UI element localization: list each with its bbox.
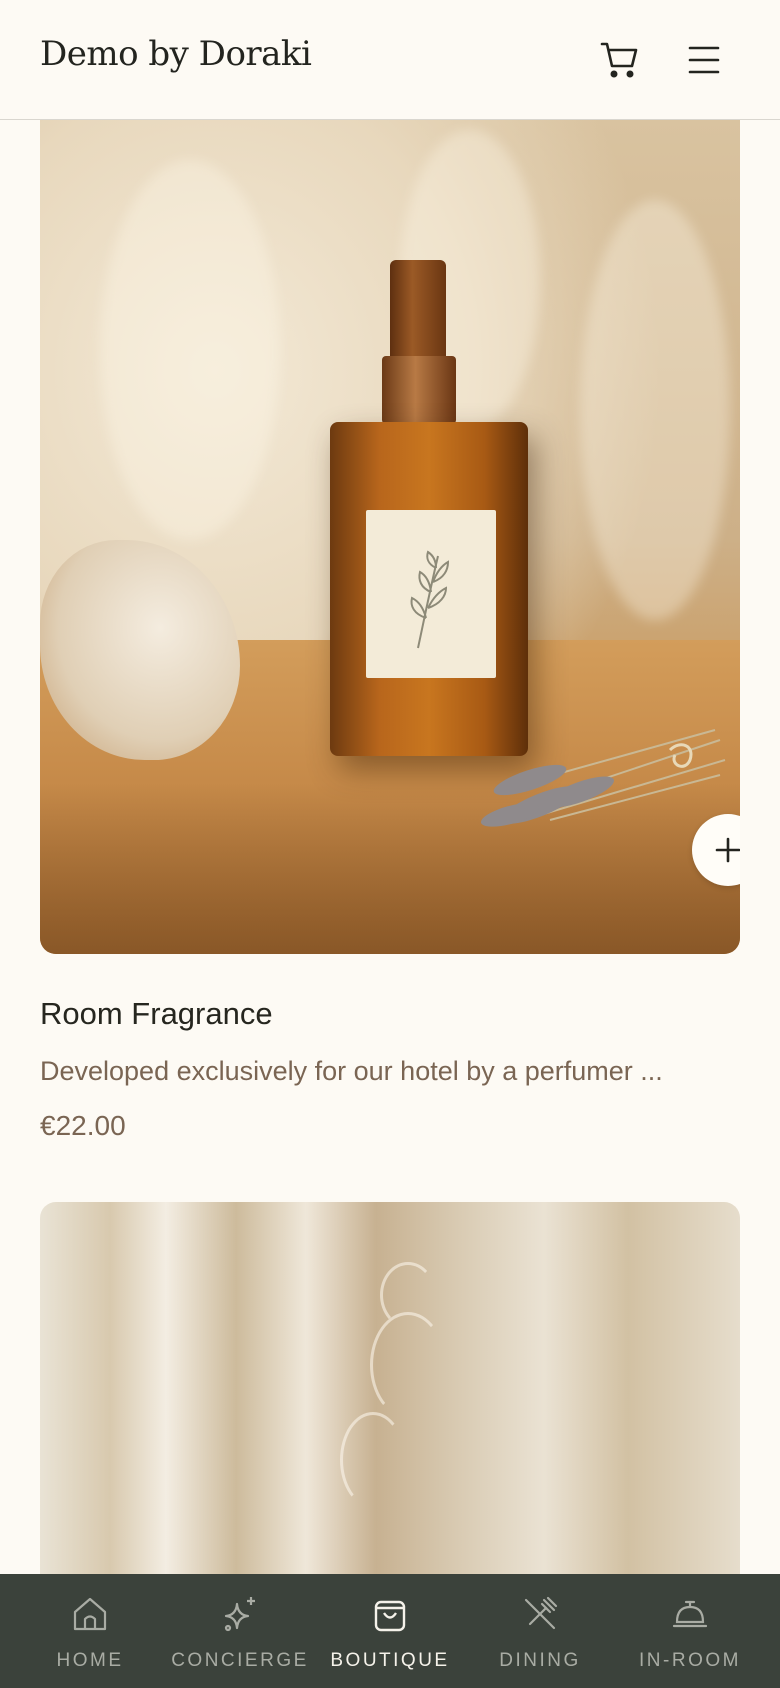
product-title[interactable]: Room Fragrance: [40, 996, 273, 1032]
nav-label: IN-ROOM: [639, 1650, 741, 1671]
nav-item-in-room[interactable]: IN-ROOM: [612, 1574, 768, 1688]
incense-smoke: [380, 1262, 436, 1328]
brand-title[interactable]: Demo by Doraki: [40, 34, 312, 74]
bottle-collar: [382, 356, 456, 424]
bottle-sprayer: [390, 260, 446, 360]
hamburger-menu-icon: [688, 46, 720, 74]
shopping-bag-icon: [374, 1600, 406, 1632]
nav-label: HOME: [56, 1650, 124, 1671]
cart-button[interactable]: [598, 38, 642, 82]
nav-label: CONCIERGE: [171, 1650, 309, 1671]
nav-item-dining[interactable]: DINING: [462, 1574, 618, 1688]
add-to-cart-button[interactable]: [692, 814, 740, 886]
bottle-label: [366, 510, 496, 678]
incense-smoke: [340, 1412, 406, 1508]
nav-item-boutique[interactable]: BOUTIQUE: [312, 1574, 468, 1688]
sparkle-icon: [224, 1597, 255, 1632]
cart-icon: [600, 42, 638, 78]
product-description: Developed exclusively for our hotel by a…: [40, 1056, 663, 1086]
menu-button[interactable]: [682, 38, 726, 82]
plus-icon: [715, 837, 740, 863]
service-bell-icon: [672, 1600, 708, 1628]
cloth-highlight: [100, 160, 280, 540]
lavender-bundle: [480, 729, 726, 827]
nav-item-home[interactable]: HOME: [12, 1574, 168, 1688]
bottom-navigation: HOME CONCIERGE BOUTIQUE DINING IN-ROOM: [0, 1574, 780, 1688]
nav-label: DINING: [499, 1650, 581, 1671]
home-icon: [73, 1597, 107, 1631]
product-image-room-fragrance[interactable]: [40, 120, 740, 954]
product-image-next[interactable]: [40, 1202, 740, 1622]
leaf-sprig-icon: [410, 550, 450, 649]
utensils-icon: [524, 1596, 558, 1630]
nav-item-concierge[interactable]: CONCIERGE: [162, 1574, 318, 1688]
product-price: €22.00: [40, 1110, 126, 1141]
cloth-highlight: [580, 200, 730, 620]
app-header: Demo by Doraki: [0, 0, 780, 120]
nav-label: BOUTIQUE: [330, 1650, 450, 1671]
